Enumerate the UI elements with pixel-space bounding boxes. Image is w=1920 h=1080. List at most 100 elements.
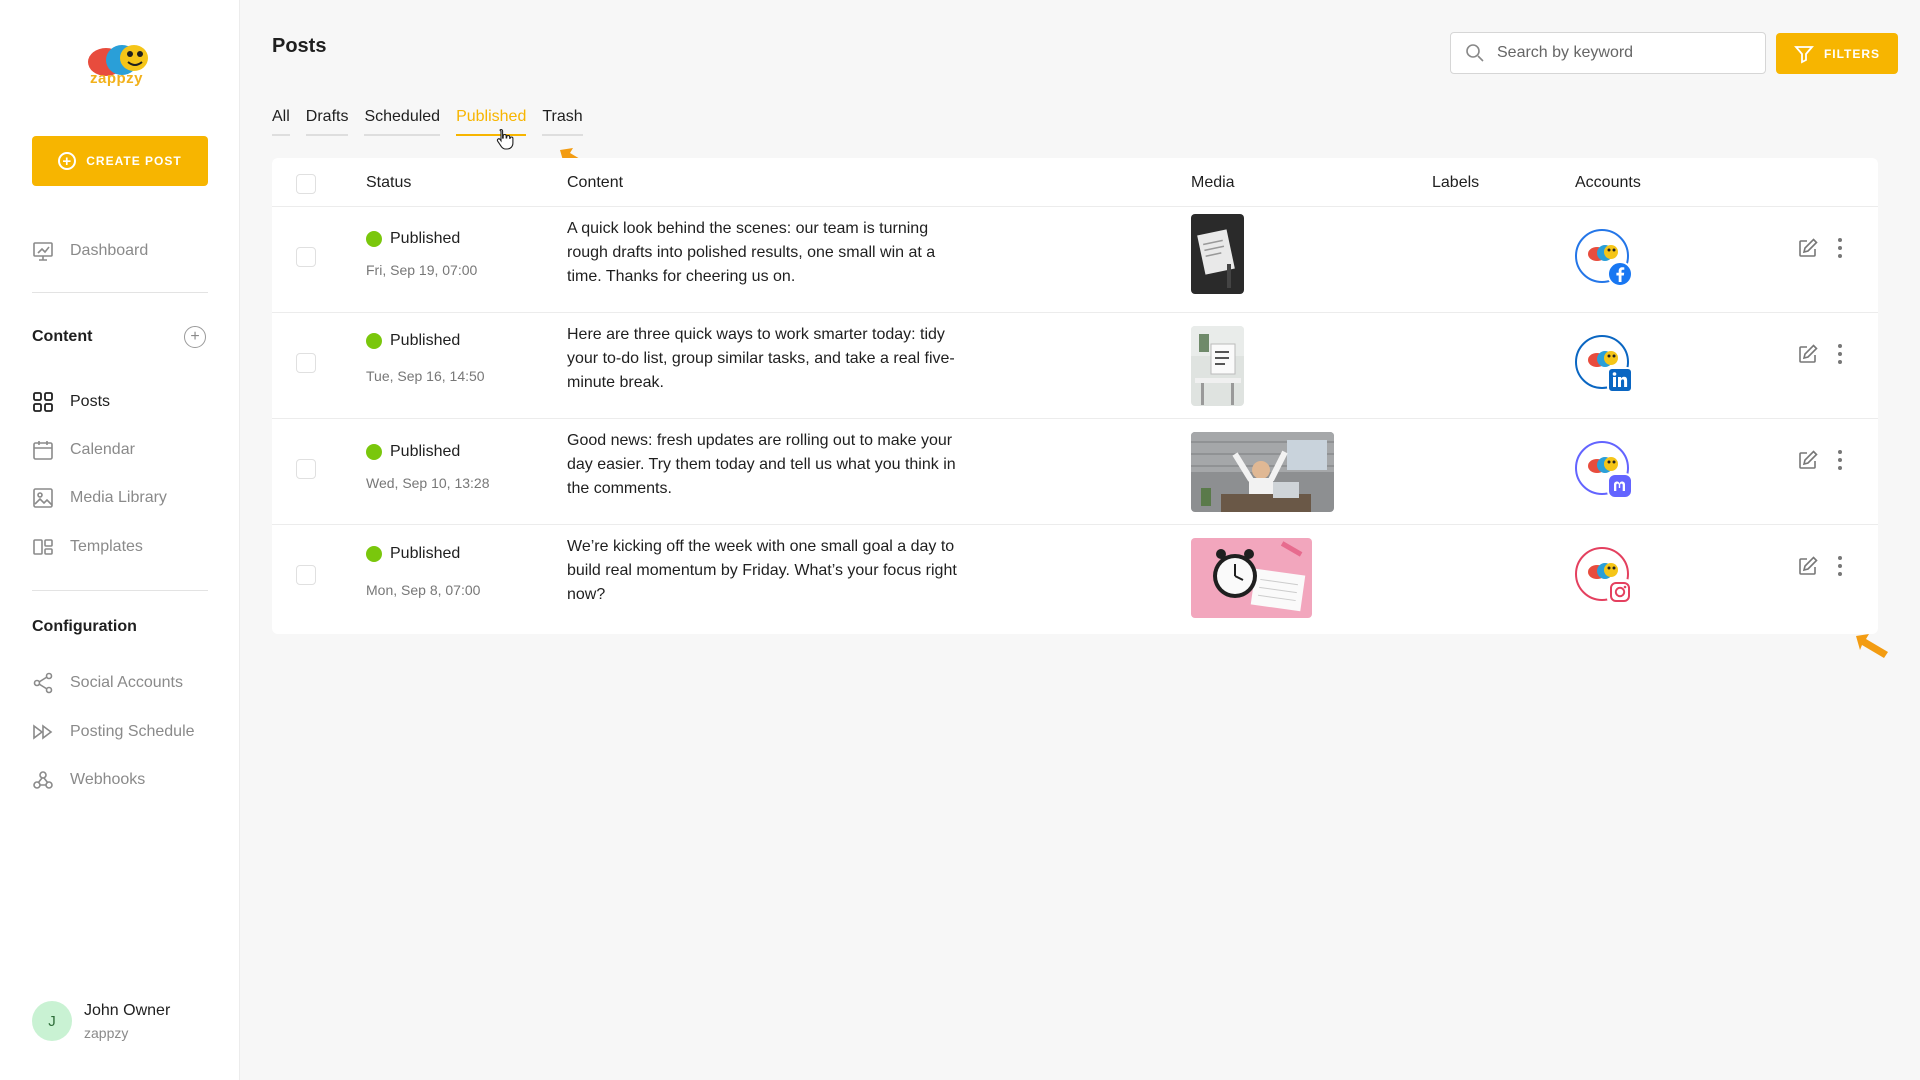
sidebar-item-social-accounts[interactable]: Social Accounts: [32, 670, 208, 696]
plus-circle-icon: +: [58, 152, 77, 170]
filters-label: FILTERS: [1823, 46, 1881, 61]
status-text: Published: [390, 230, 461, 247]
sidebar-item-label: Posts: [70, 393, 111, 410]
column-header-accounts[interactable]: Accounts: [1575, 174, 1641, 192]
sidebar-item-templates[interactable]: Templates: [32, 534, 208, 560]
webhook-icon: [33, 771, 53, 789]
add-content-icon[interactable]: +: [184, 326, 206, 348]
hand-cursor-icon: [496, 128, 514, 150]
sidebar-divider: [32, 590, 208, 591]
tab-scheduled[interactable]: Scheduled: [364, 108, 441, 136]
row-checkbox[interactable]: [296, 353, 316, 373]
linkedin-icon: [1607, 367, 1633, 393]
sidebar-item-label: Posting Schedule: [70, 723, 195, 740]
schedule-icon: [33, 724, 53, 740]
create-post-button[interactable]: + CREATE POST: [32, 136, 208, 186]
post-content[interactable]: Here are three quick ways to work smarte…: [567, 323, 967, 395]
search-box[interactable]: [1450, 32, 1766, 74]
edit-icon[interactable]: [1797, 555, 1819, 577]
table-row[interactable]: Published Mon, Sep 8, 07:00 We’re kickin…: [272, 525, 1878, 631]
select-all-checkbox[interactable]: [296, 174, 316, 194]
calendar-icon: [33, 441, 53, 460]
annotation-arrow-icon: [1856, 634, 1888, 658]
sidebar-item-webhooks[interactable]: Webhooks: [32, 767, 208, 793]
row-checkbox[interactable]: [296, 565, 316, 585]
edit-icon[interactable]: [1797, 343, 1819, 365]
template-icon: [33, 539, 53, 555]
sidebar-item-dashboard[interactable]: Dashboard: [32, 238, 208, 264]
post-content[interactable]: We’re kicking off the week with one smal…: [567, 535, 967, 607]
tab-all[interactable]: All: [272, 108, 290, 136]
post-status-tabs: All Drafts Scheduled Published Trash: [272, 108, 583, 136]
column-header-status[interactable]: Status: [366, 174, 411, 192]
grid-icon: [33, 392, 53, 412]
filter-icon: [1793, 45, 1814, 63]
sidebar-item-label: Dashboard: [70, 242, 149, 259]
post-content[interactable]: Good news: fresh updates are rolling out…: [567, 429, 967, 501]
table-header: Status Content Media Labels Accounts: [272, 158, 1878, 207]
content-section-title: Content: [32, 328, 93, 345]
account-avatar-facebook[interactable]: [1575, 229, 1633, 289]
image-icon: [33, 488, 53, 508]
table-row[interactable]: Published Wed, Sep 10, 13:28 Good news: …: [272, 419, 1878, 525]
more-options-icon[interactable]: [1836, 237, 1844, 259]
sidebar-item-posting-schedule[interactable]: Posting Schedule: [32, 719, 208, 745]
edit-icon[interactable]: [1797, 237, 1819, 259]
user-avatar[interactable]: J: [32, 1001, 72, 1041]
alarm-clock-photo[interactable]: [1191, 538, 1312, 618]
status-text: Published: [390, 332, 461, 349]
page-title: Posts: [272, 35, 327, 57]
row-checkbox[interactable]: [296, 247, 316, 267]
sidebar-item-posts[interactable]: Posts: [32, 389, 208, 415]
post-date: Mon, Sep 8, 07:00: [366, 582, 481, 598]
sidebar-item-label: Webhooks: [70, 771, 146, 788]
search-icon: [1466, 44, 1484, 62]
post-date: Tue, Sep 16, 14:50: [366, 368, 485, 384]
table-row[interactable]: Published Tue, Sep 16, 14:50 Here are th…: [272, 313, 1878, 419]
post-date: Fri, Sep 19, 07:00: [366, 262, 478, 278]
chart-board-icon: [33, 242, 53, 261]
column-header-content[interactable]: Content: [567, 174, 623, 192]
sidebar-item-media-library[interactable]: Media Library: [32, 485, 208, 511]
create-post-label: CREATE POST: [86, 154, 182, 168]
more-options-icon[interactable]: [1836, 343, 1844, 365]
posts-table: Status Content Media Labels Accounts Pub…: [272, 158, 1878, 634]
account-avatar-linkedin[interactable]: [1575, 335, 1633, 395]
sidebar-item-label: Social Accounts: [70, 674, 183, 691]
status-text: Published: [390, 545, 461, 562]
table-row[interactable]: Published Fri, Sep 19, 07:00 A quick loo…: [272, 207, 1878, 313]
column-header-media[interactable]: Media: [1191, 174, 1235, 192]
tab-trash[interactable]: Trash: [542, 108, 583, 136]
filters-button[interactable]: FILTERS: [1776, 33, 1898, 74]
sidebar-divider: [32, 292, 208, 293]
facebook-icon: [1607, 261, 1633, 287]
more-options-icon[interactable]: [1836, 449, 1844, 471]
sidebar-item-label: Calendar: [70, 441, 135, 458]
edit-icon[interactable]: [1797, 449, 1819, 471]
account-avatar-instagram[interactable]: [1575, 547, 1633, 607]
more-options-icon[interactable]: [1836, 555, 1844, 577]
tab-published[interactable]: Published: [456, 108, 527, 136]
search-input[interactable]: [1497, 44, 1747, 62]
row-checkbox[interactable]: [296, 459, 316, 479]
desk-photo[interactable]: [1191, 326, 1244, 406]
sidebar: zappzy + CREATE POST Dashboard Content +…: [0, 0, 240, 1080]
account-avatar-mastodon[interactable]: [1575, 441, 1633, 501]
tab-drafts[interactable]: Drafts: [305, 108, 349, 136]
published-dot-icon: [366, 546, 382, 562]
published-dot-icon: [366, 333, 382, 349]
notebook-photo[interactable]: [1191, 214, 1244, 294]
logo-text: zappzy: [90, 70, 144, 87]
sidebar-item-label: Media Library: [70, 489, 167, 506]
status-badge: Published: [366, 230, 460, 248]
post-date: Wed, Sep 10, 13:28: [366, 475, 490, 491]
column-header-labels[interactable]: Labels: [1432, 174, 1479, 192]
published-dot-icon: [366, 444, 382, 460]
sidebar-item-calendar[interactable]: Calendar: [32, 437, 208, 463]
celebrating-person-photo[interactable]: [1191, 432, 1334, 512]
user-name: John Owner: [84, 1002, 171, 1019]
post-content[interactable]: A quick look behind the scenes: our team…: [567, 217, 967, 289]
status-badge: Published: [366, 332, 460, 350]
status-badge: Published: [366, 545, 460, 563]
configuration-section-title: Configuration: [32, 618, 137, 635]
